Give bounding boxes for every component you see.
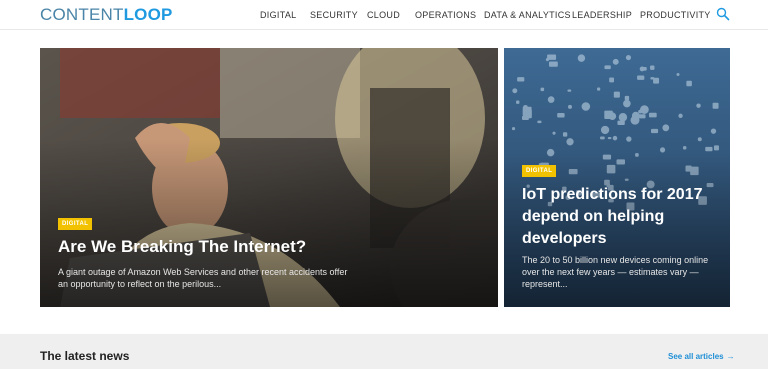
- nav-leadership[interactable]: LEADERSHIP: [572, 9, 632, 21]
- see-all-label: See all articles: [668, 352, 724, 361]
- nav-productivity[interactable]: PRODUCTIVITY: [640, 9, 711, 21]
- nav-data-analytics[interactable]: DATA & ANALYTICS: [484, 9, 571, 21]
- latest-news-heading: The latest news: [40, 349, 130, 363]
- site-logo[interactable]: CONTENTLOOP: [40, 5, 173, 25]
- site-header: CONTENTLOOP DIGITAL SECURITY CLOUD OPERA…: [0, 0, 768, 30]
- nav-digital[interactable]: DIGITAL: [260, 9, 296, 21]
- category-badge[interactable]: DIGITAL: [522, 165, 557, 177]
- side-article-title[interactable]: IoT predictions for 2017 depend on helpi…: [522, 184, 722, 250]
- arrow-right-icon: →: [726, 352, 735, 361]
- logo-text-light: CONTENT: [40, 5, 124, 24]
- nav-operations[interactable]: OPERATIONS: [415, 9, 476, 21]
- side-article-excerpt: The 20 to 50 billion new devices coming …: [522, 255, 709, 289]
- search-icon[interactable]: [716, 7, 730, 21]
- latest-news-section: The latest news See all articles →: [0, 334, 768, 369]
- nav-security[interactable]: SECURITY: [310, 9, 358, 21]
- see-all-articles-link[interactable]: See all articles →: [668, 352, 735, 361]
- nav-cloud[interactable]: CLOUD: [367, 9, 400, 21]
- featured-article-title[interactable]: Are We Breaking The Internet?: [58, 236, 478, 258]
- side-article-card[interactable]: DIGITAL IoT predictions for 2017 depend …: [504, 48, 730, 307]
- logo-text-bold: LOOP: [123, 5, 173, 24]
- featured-article-card[interactable]: DIGITAL Are We Breaking The Internet? A …: [40, 48, 498, 307]
- featured-article-excerpt: A giant outage of Amazon Web Services an…: [58, 267, 348, 289]
- category-badge[interactable]: DIGITAL: [58, 218, 93, 230]
